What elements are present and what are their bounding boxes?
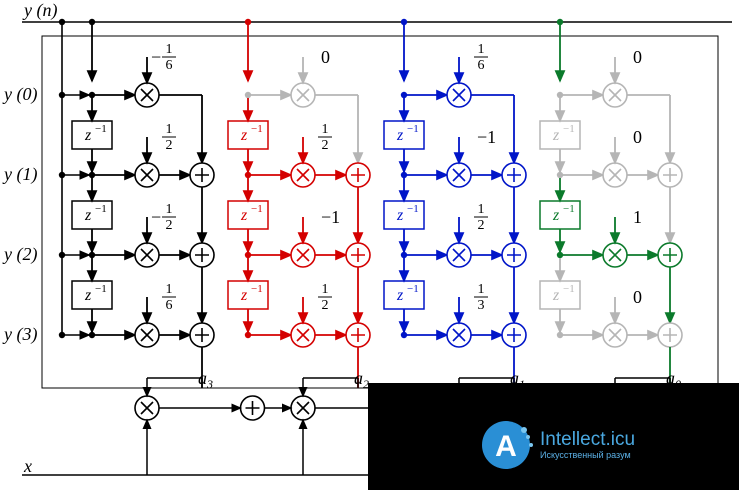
svg-text:−1: −1 [407,283,419,295]
svg-text:z: z [396,207,404,224]
watermark-sub: Искусственный разум [540,450,631,460]
label-a3: a3 [198,368,213,391]
svg-text:6: 6 [166,298,173,313]
multiply-icon [603,323,627,347]
watermark-title: Intellect.icu [540,429,635,450]
multiply-icon [447,83,471,107]
svg-text:−1: −1 [407,203,419,215]
svg-text:z: z [240,207,248,224]
svg-text:0: 0 [633,127,642,147]
multiply-icon [603,243,627,267]
label-y1: y (1) [2,164,37,185]
svg-text:z: z [240,127,248,144]
branch-red: 0z−112z−1−1z−112 [228,19,370,388]
svg-text:6: 6 [478,58,485,73]
multiply-icon [603,83,627,107]
svg-text:z: z [552,287,560,304]
label-y2: y (2) [2,244,37,265]
multiply-icon [291,396,315,420]
multiply-icon [135,323,159,347]
add-icon [346,163,370,187]
add-icon [658,243,682,267]
add-icon [502,323,526,347]
multiply-icon [447,243,471,267]
svg-text:z: z [552,207,560,224]
svg-text:z: z [84,127,92,144]
svg-text:z: z [396,127,404,144]
svg-text:2: 2 [166,138,173,153]
add-icon [658,323,682,347]
svg-text:6: 6 [166,58,173,73]
svg-text:−1: −1 [95,203,107,215]
svg-text:2: 2 [322,138,329,153]
add-icon [190,323,214,347]
svg-text:1: 1 [322,122,329,137]
svg-text:−1: −1 [251,123,263,135]
svg-text:1: 1 [633,207,642,227]
svg-text:2: 2 [478,218,485,233]
svg-text:1: 1 [478,42,485,57]
svg-text:z: z [84,207,92,224]
svg-text:0: 0 [633,287,642,307]
multiply-icon [291,243,315,267]
add-icon [241,396,265,420]
multiply-icon [135,83,159,107]
svg-text:−1: −1 [321,207,340,227]
svg-text:2: 2 [166,218,173,233]
svg-text:1: 1 [322,282,329,297]
multiply-icon [135,243,159,267]
svg-text:3: 3 [478,298,485,313]
add-icon [346,243,370,267]
multiply-icon [291,83,315,107]
svg-text:z: z [240,287,248,304]
svg-text:−1: −1 [477,127,496,147]
svg-text:z: z [552,127,560,144]
multiply-icon [603,163,627,187]
add-icon [346,323,370,347]
multiply-icon [135,396,159,420]
svg-text:1: 1 [478,282,485,297]
svg-text:0: 0 [321,47,330,67]
multiply-icon [291,323,315,347]
branch-blue: 16z−1−1z−112z−113 [384,19,526,388]
watermark-badge-letter: A [495,430,517,463]
label-yn: y (n) [22,0,57,21]
svg-text:−1: −1 [95,283,107,295]
svg-text:z: z [396,287,404,304]
svg-text:−: − [151,47,161,67]
label-a2: a2 [354,368,369,391]
multiply-icon [447,163,471,187]
add-icon [502,243,526,267]
svg-text:1: 1 [166,282,173,297]
svg-text:1: 1 [166,122,173,137]
add-icon [658,163,682,187]
svg-text:1: 1 [166,202,173,217]
multiply-icon [447,323,471,347]
svg-text:z: z [84,287,92,304]
multiply-icon [291,163,315,187]
svg-text:−: − [151,207,161,227]
svg-text:−1: −1 [563,123,575,135]
svg-text:−1: −1 [251,203,263,215]
add-icon [502,163,526,187]
branch-black: −16z−112z−1−12z−116 [59,19,214,388]
svg-text:−1: −1 [95,123,107,135]
svg-text:−1: −1 [407,123,419,135]
multiply-icon [135,163,159,187]
svg-text:−1: −1 [563,203,575,215]
svg-text:2: 2 [322,298,329,313]
svg-text:−1: −1 [563,283,575,295]
add-icon [190,243,214,267]
svg-text:0: 0 [633,47,642,67]
add-icon [190,163,214,187]
label-y3: y (3) [2,324,37,345]
label-x: x [23,456,32,476]
label-y0: y (0) [2,84,37,105]
branch-green: 0z−10z−11z−10 [540,19,682,388]
svg-text:−1: −1 [251,283,263,295]
svg-text:1: 1 [478,202,485,217]
svg-text:1: 1 [166,42,173,57]
